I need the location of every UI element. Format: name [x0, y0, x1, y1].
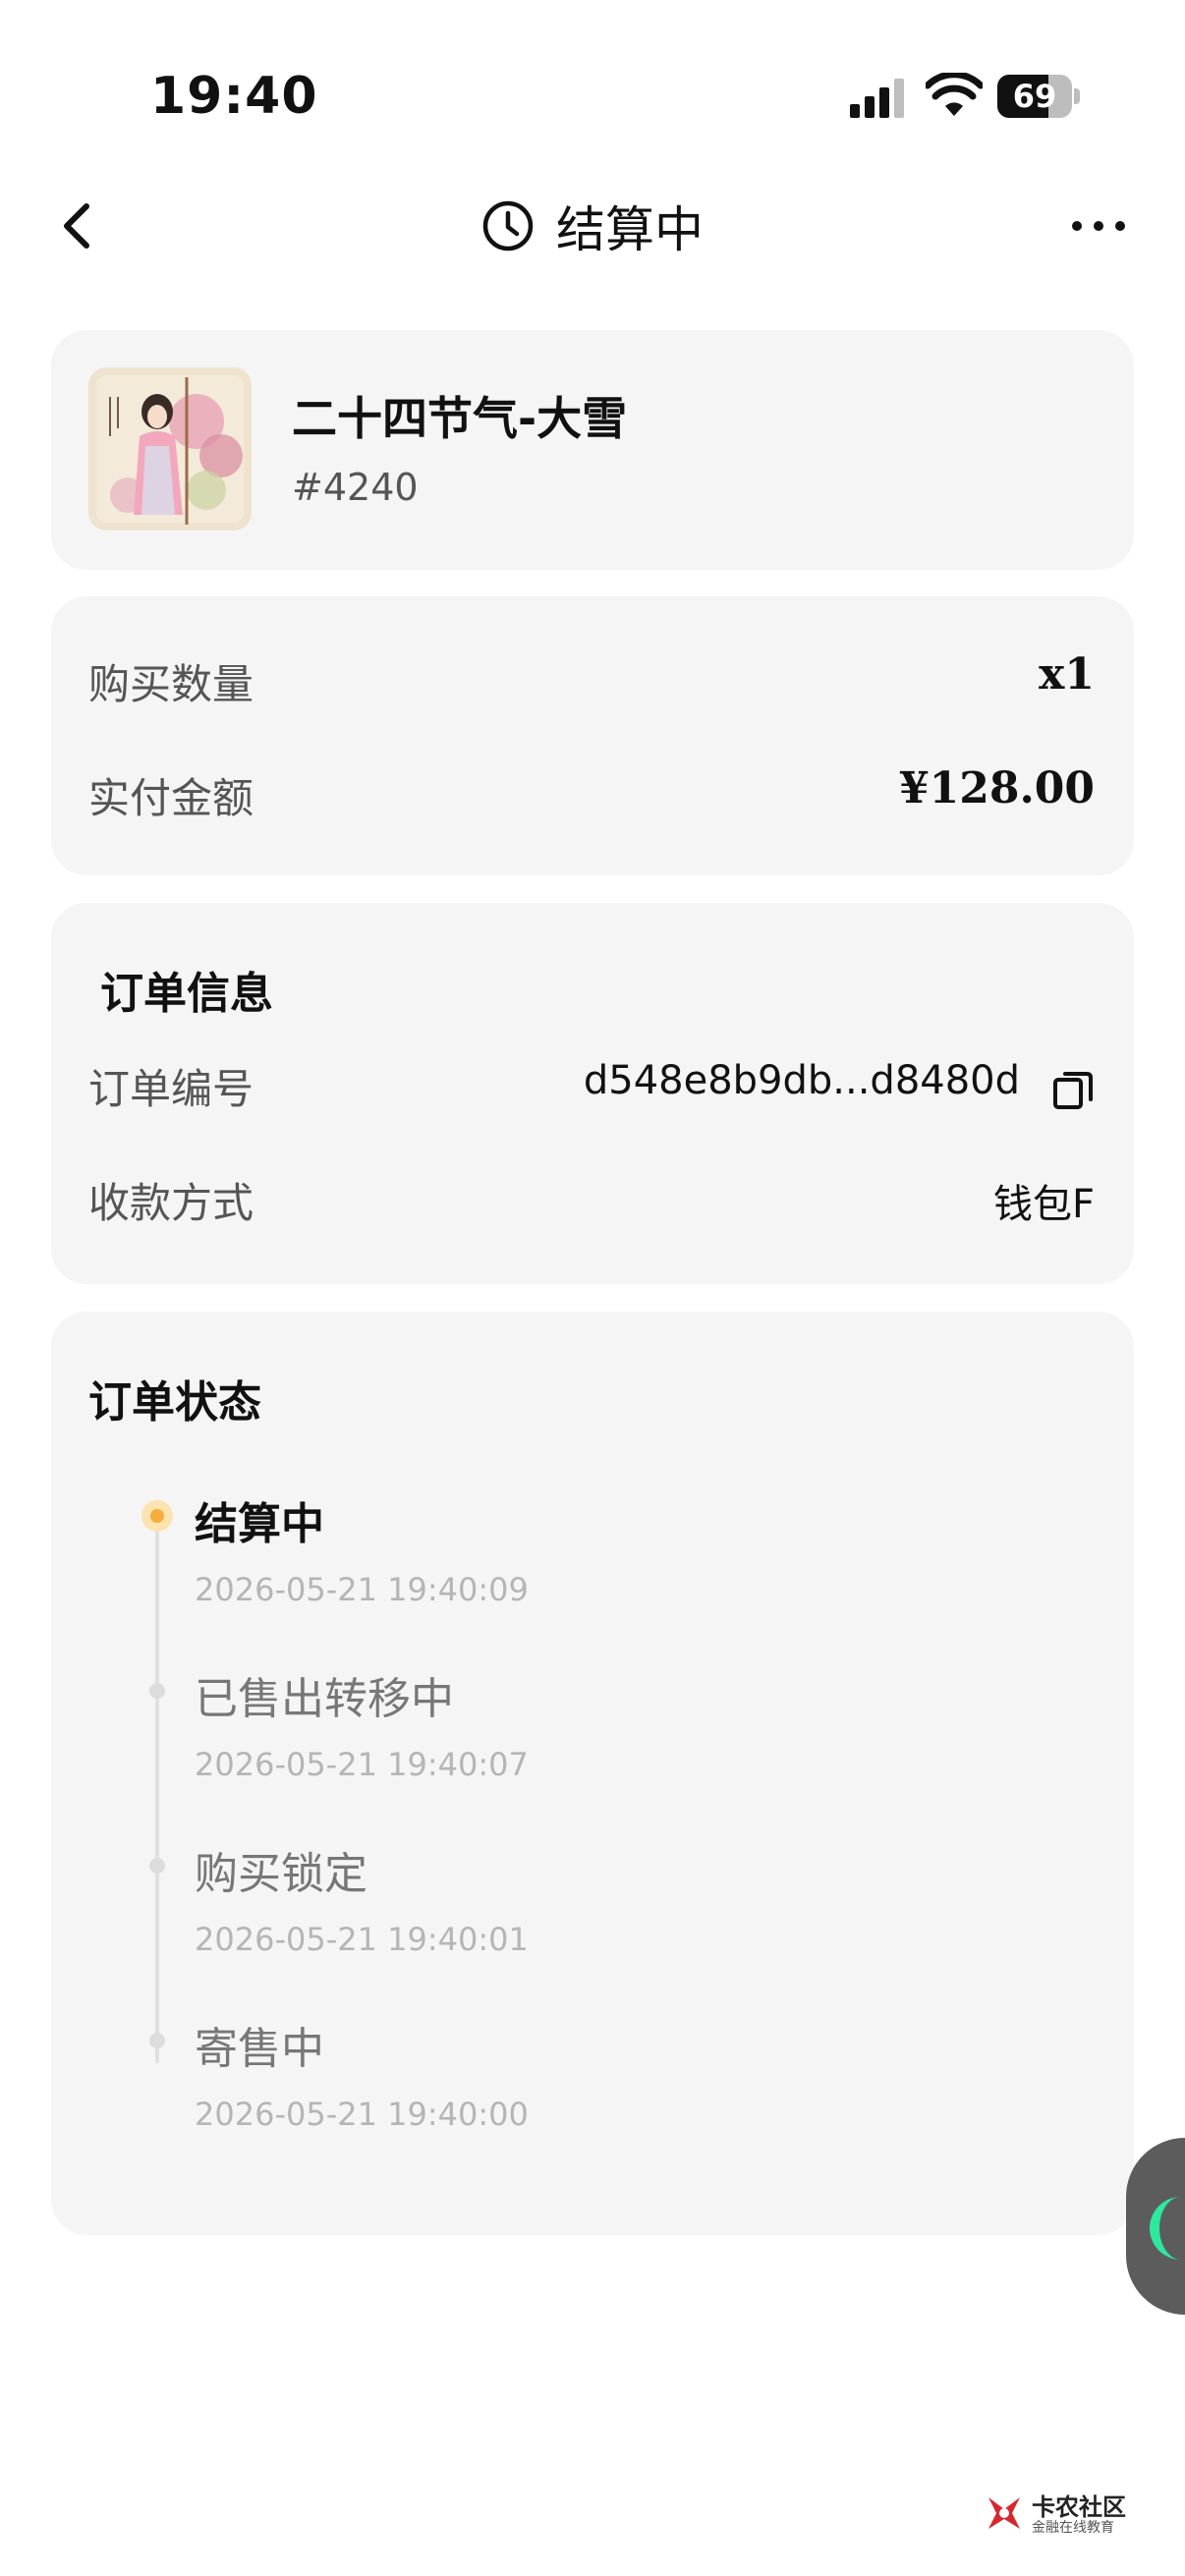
timeline-step-title: 已售出转移中 [195, 1674, 454, 1724]
watermark: 卡农社区 金融在线教育 [983, 2486, 1130, 2545]
order-info-card: 订单信息 订单编号 d548e8b9db...d8480d 收款方式 钱包F [51, 903, 1134, 1284]
clock-icon [482, 200, 534, 252]
quantity-value: x1 [1039, 649, 1095, 700]
status-time: 19:40 [150, 67, 318, 126]
payment-method-label: 收款方式 [88, 1179, 254, 1227]
timeline-step-title: 购买锁定 [195, 1849, 367, 1899]
timeline-step-title: 寄售中 [195, 2024, 324, 2074]
timeline-step-title: 结算中 [195, 1499, 324, 1549]
timeline-step-time: 2026-05-21 19:40:09 [195, 1571, 529, 1608]
product-name: 二十四节气-大雪 [292, 392, 628, 445]
order-info-title: 订单信息 [100, 969, 273, 1019]
amount-value: ¥128.00 [898, 763, 1095, 813]
cellular-signal-icon [850, 79, 904, 118]
assistant-icon [1150, 2197, 1185, 2260]
timeline-line [155, 1518, 159, 2063]
status-bar: 19:40 69 [0, 0, 1185, 187]
order-number-label: 订单编号 [88, 1065, 254, 1113]
watermark-subtitle: 金融在线教育 [1032, 2520, 1114, 2536]
order-status-card: 订单状态 结算中 2026-05-21 19:40:09 已售出转移中 2026… [51, 1312, 1134, 2235]
battery-percent: 69 [1012, 78, 1057, 115]
order-status-title: 订单状态 [88, 1377, 261, 1428]
timeline-step-time: 2026-05-21 19:40:01 [195, 1921, 529, 1958]
floating-assistant-button[interactable] [1126, 2138, 1185, 2315]
timeline-dot [149, 1683, 165, 1699]
wifi-icon [926, 73, 983, 116]
quantity-label: 购买数量 [88, 660, 254, 708]
timeline-dot-active [141, 1500, 173, 1532]
battery-indicator: 69 [997, 75, 1080, 118]
timeline-step-time: 2026-05-21 19:40:00 [195, 2096, 529, 2133]
payment-method-value: 钱包F [992, 1182, 1095, 1227]
kanong-logo-icon [988, 2497, 1020, 2529]
timeline-dot [149, 2033, 165, 2048]
product-card[interactable]: 二十四节气-大雪 #4240 [51, 330, 1134, 570]
amount-label: 实付金额 [88, 774, 254, 822]
nav-bar: 结算中 [0, 187, 1185, 265]
timeline-dot [149, 1858, 165, 1874]
order-number-value[interactable]: d548e8b9db...d8480d [584, 1058, 1020, 1103]
more-options-button[interactable] [1069, 214, 1128, 238]
product-thumbnail [88, 367, 252, 531]
payment-summary-card: 购买数量 x1 实付金额 ¥128.00 [51, 596, 1134, 875]
product-id: #4240 [292, 466, 419, 509]
page-title: 结算中 [556, 201, 704, 258]
copy-icon[interactable] [1051, 1068, 1095, 1111]
timeline-step-time: 2026-05-21 19:40:07 [195, 1746, 529, 1783]
